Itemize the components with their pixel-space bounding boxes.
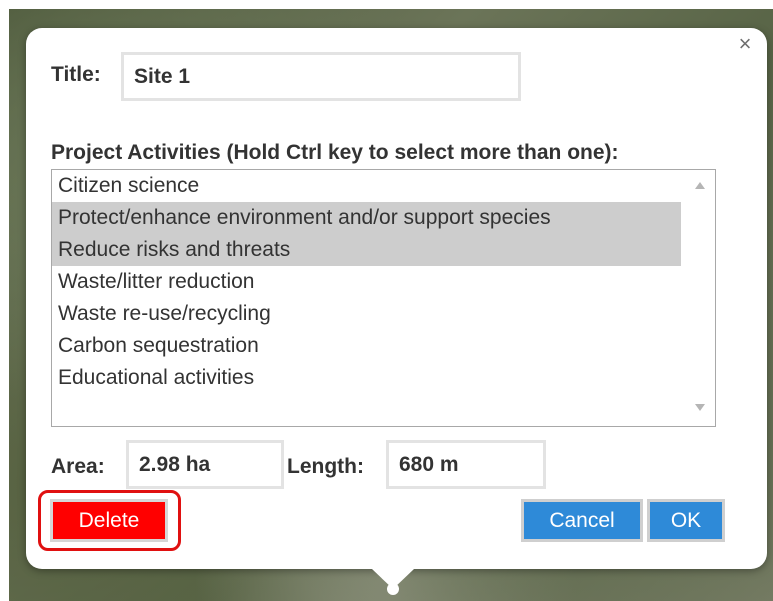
scroll-down-arrow-icon[interactable]: [695, 404, 705, 411]
list-item-waste-reuse[interactable]: Waste re-use/recycling: [52, 298, 681, 330]
activities-listbox[interactable]: Citizen science Protect/enhance environm…: [51, 169, 716, 427]
delete-button[interactable]: Delete: [50, 499, 168, 542]
list-item-waste-reduction[interactable]: Waste/litter reduction: [52, 266, 681, 298]
list-item-educational-activities[interactable]: Educational activities: [52, 362, 681, 394]
map-top-border: [0, 0, 773, 9]
list-item-carbon-sequestration[interactable]: Carbon sequestration: [52, 330, 681, 362]
list-item-citizen-science[interactable]: Citizen science: [52, 170, 681, 202]
list-item-reduce-risks[interactable]: Reduce risks and threats: [52, 234, 681, 266]
ok-button[interactable]: OK: [647, 499, 725, 542]
cancel-button[interactable]: Cancel: [521, 499, 643, 542]
length-label: Length:: [287, 455, 364, 478]
area-label: Area:: [51, 455, 105, 478]
title-label: Title:: [51, 63, 101, 86]
close-icon[interactable]: ×: [735, 33, 755, 55]
length-field[interactable]: 680 m: [386, 440, 546, 489]
map-left-border: [0, 0, 9, 601]
activities-label: Project Activities (Hold Ctrl key to sel…: [51, 141, 619, 164]
map-marker-dot: [387, 583, 399, 595]
title-input[interactable]: Site 1: [121, 52, 521, 101]
scroll-up-arrow-icon[interactable]: [695, 182, 705, 189]
list-item-protect-environment[interactable]: Protect/enhance environment and/or suppo…: [52, 202, 681, 234]
area-field[interactable]: 2.98 ha: [126, 440, 284, 489]
